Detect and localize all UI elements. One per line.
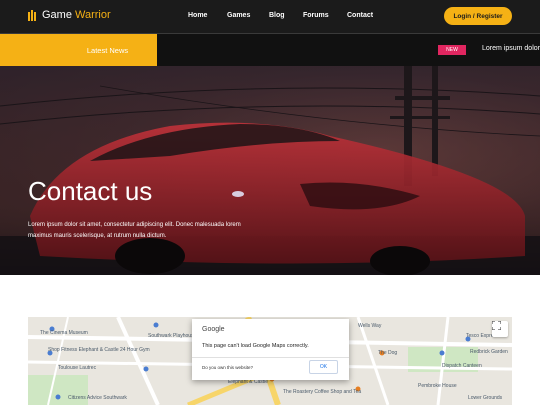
google-wordmark: Google	[202, 326, 225, 333]
dialog-divider	[192, 357, 349, 358]
latest-news-label: Latest News	[0, 34, 157, 66]
map-label: Citizens Advice Southwark	[68, 395, 127, 401]
map-label: Southwark Playhouse	[148, 333, 197, 339]
map-label: Redbrick Garden	[470, 349, 508, 355]
map-label: Shop Fitness Elephant & Castle 24 Hour G…	[48, 347, 150, 353]
nav-games[interactable]: Games	[227, 12, 250, 19]
map-label: Lower Grounds	[468, 395, 503, 401]
ok-button[interactable]: OK	[309, 360, 338, 374]
hero-car-image	[0, 66, 540, 275]
fullscreen-icon	[492, 321, 501, 330]
nav-home[interactable]: Home	[188, 12, 207, 19]
map-label: Toulouse Lautrec	[58, 365, 97, 371]
nav-blog[interactable]: Blog	[269, 12, 285, 19]
page-title: Contact us	[28, 176, 153, 206]
site-header: Game Warrior Home Games Blog Forums Cont…	[0, 0, 540, 33]
nav-forums[interactable]: Forums	[303, 12, 329, 19]
map-label: The Dog	[378, 350, 398, 356]
map-label: The Cinema Museum	[40, 330, 88, 336]
fullscreen-button[interactable]	[492, 321, 508, 337]
hero-banner: Contact us Lorem ipsum dolor sit amet, c…	[0, 66, 540, 275]
own-website-question[interactable]: Do you own this website?	[202, 365, 253, 370]
map-label: The Roastery Coffee Shop and Tea	[283, 389, 362, 395]
map-label: Wells Way	[358, 323, 382, 329]
map-label: Pembroke House	[418, 383, 457, 389]
news-ticker[interactable]: Lorem ipsum dolor	[482, 45, 540, 52]
new-badge: NEW	[438, 45, 466, 55]
nav-contact[interactable]: Contact	[347, 12, 373, 19]
hero-description: Lorem ipsum dolor sit amet, consectetur …	[28, 222, 241, 239]
maps-error-message: This page can't load Google Maps correct…	[202, 343, 309, 349]
google-map[interactable]: The Cinema Museum Southwark Playhouse We…	[28, 317, 512, 405]
map-label: Dispatch Canteen	[442, 363, 482, 369]
news-bar: Latest News NEW Lorem ipsum dolor	[0, 33, 540, 66]
maps-error-dialog: Google This page can't load Google Maps …	[192, 319, 349, 380]
login-register-button[interactable]: Login / Register	[444, 7, 512, 25]
